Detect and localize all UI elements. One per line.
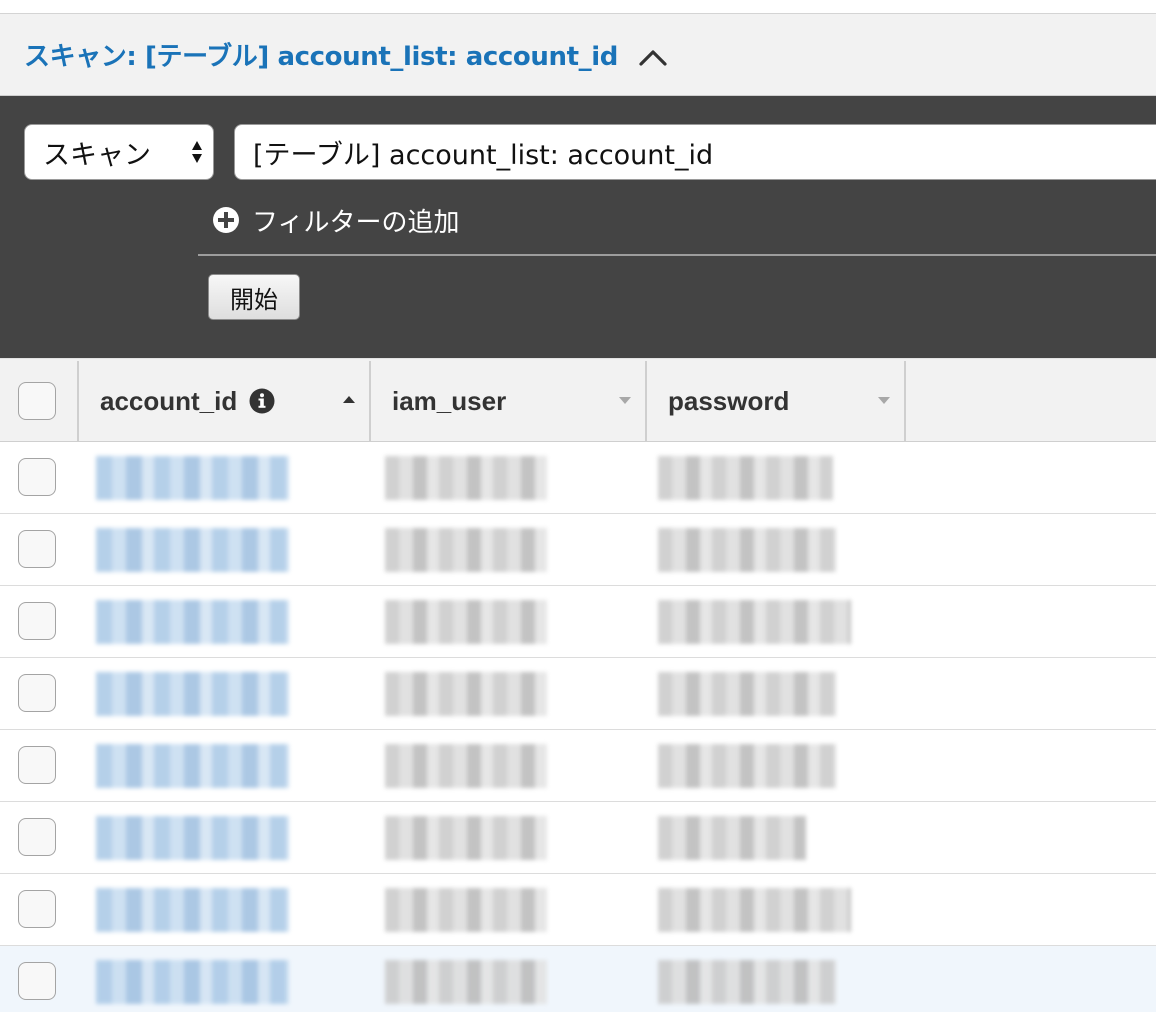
password-cell-redacted	[658, 456, 833, 500]
column-separator	[645, 361, 647, 441]
table-row[interactable]	[0, 442, 1156, 514]
account-id-cell-redacted[interactable]	[96, 672, 289, 716]
iam-user-cell-redacted	[385, 600, 547, 644]
table-row[interactable]	[0, 658, 1156, 730]
row-checkbox[interactable]	[18, 746, 56, 784]
table-row[interactable]	[0, 514, 1156, 586]
scan-section-header[interactable]: スキャン: [テーブル] account_list: account_id	[0, 14, 1156, 96]
iam-user-cell-redacted	[385, 816, 547, 860]
select-arrows-icon	[192, 141, 202, 163]
account-id-cell-redacted[interactable]	[96, 816, 289, 860]
table-row-hovered[interactable]	[0, 946, 1156, 1012]
top-strip	[0, 0, 1156, 14]
column-separator	[77, 361, 79, 441]
sort-toggle-icon[interactable]	[618, 395, 632, 405]
start-button[interactable]: 開始	[208, 274, 300, 320]
row-checkbox[interactable]	[18, 890, 56, 928]
column-separator	[369, 361, 371, 441]
plus-circle-icon	[213, 207, 239, 233]
iam-user-cell-redacted	[385, 456, 547, 500]
sort-toggle-icon[interactable]	[877, 395, 891, 405]
column-header-iam-user[interactable]: iam_user	[392, 359, 642, 443]
table-row[interactable]	[0, 586, 1156, 658]
account-id-cell-redacted[interactable]	[96, 888, 289, 932]
select-all-checkbox[interactable]	[18, 382, 56, 420]
iam-user-cell-redacted	[385, 744, 547, 788]
chevron-up-icon[interactable]	[638, 47, 668, 67]
row-checkbox[interactable]	[18, 530, 56, 568]
password-cell-redacted	[658, 672, 836, 716]
row-checkbox[interactable]	[18, 674, 56, 712]
panel-divider	[198, 254, 1156, 256]
column-separator	[904, 361, 906, 441]
table-row[interactable]	[0, 874, 1156, 946]
info-icon[interactable]	[249, 388, 275, 414]
column-label-iam-user: iam_user	[392, 385, 507, 416]
iam-user-cell-redacted	[385, 528, 547, 572]
scan-mode-value: スキャン	[43, 139, 151, 171]
account-id-cell-redacted[interactable]	[96, 600, 289, 644]
column-label-password: password	[668, 385, 790, 416]
password-cell-redacted	[658, 600, 851, 644]
scan-section-title[interactable]: スキャン: [テーブル] account_list: account_id	[24, 36, 618, 73]
account-id-cell-redacted[interactable]	[96, 744, 289, 788]
iam-user-cell-redacted	[385, 888, 547, 932]
column-header-account-id[interactable]: account_id	[100, 359, 366, 443]
table-header: account_id iam_user password	[0, 358, 1156, 442]
row-checkbox[interactable]	[18, 458, 56, 496]
add-filter-label: フィルターの追加	[252, 207, 460, 238]
scan-panel: スキャン [テーブル] account_list: account_id フィル…	[0, 96, 1156, 358]
table-index-value: [テーブル] account_list: account_id	[253, 139, 714, 171]
column-label-account-id: account_id	[100, 385, 238, 416]
password-cell-redacted	[658, 528, 836, 572]
table-row[interactable]	[0, 730, 1156, 802]
password-cell-redacted	[658, 960, 836, 1004]
password-cell-redacted	[658, 744, 836, 788]
table-row[interactable]	[0, 802, 1156, 874]
sort-ascending-icon[interactable]	[342, 395, 356, 405]
column-header-password[interactable]: password	[668, 359, 898, 443]
row-checkbox[interactable]	[18, 818, 56, 856]
iam-user-cell-redacted	[385, 672, 547, 716]
account-id-cell-redacted[interactable]	[96, 960, 289, 1004]
account-id-cell-redacted[interactable]	[96, 528, 289, 572]
scan-mode-select[interactable]: スキャン	[24, 124, 214, 180]
account-id-cell-redacted[interactable]	[96, 456, 289, 500]
password-cell-redacted	[658, 888, 851, 932]
table-body	[0, 442, 1156, 1012]
add-filter-link[interactable]: フィルターの追加	[212, 200, 459, 240]
iam-user-cell-redacted	[385, 960, 547, 1004]
row-checkbox[interactable]	[18, 962, 56, 1000]
password-cell-redacted	[658, 816, 806, 860]
table-index-select[interactable]: [テーブル] account_list: account_id	[234, 124, 1156, 180]
select-all-cell	[18, 359, 56, 443]
row-checkbox[interactable]	[18, 602, 56, 640]
